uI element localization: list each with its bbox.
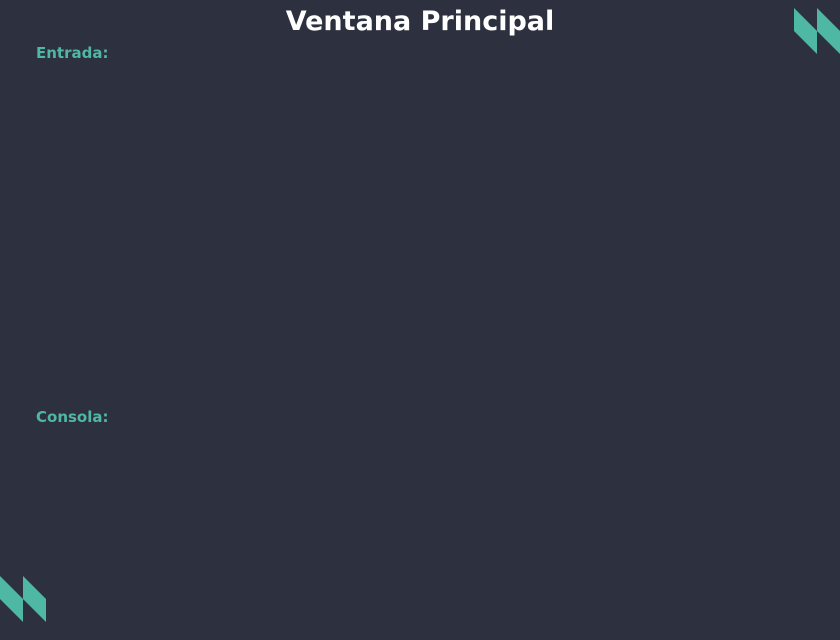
window-title: Ventana Principal (285, 6, 555, 37)
input-textarea[interactable] (36, 68, 804, 402)
triangle-pattern-icon (794, 8, 840, 54)
input-label: Entrada: (36, 44, 109, 62)
console-output[interactable] (36, 432, 804, 576)
console-label: Consola: (36, 408, 109, 426)
main-window: Ventana Principal Entrada: Consola: (0, 0, 840, 640)
triangle-pattern-icon (0, 576, 46, 622)
